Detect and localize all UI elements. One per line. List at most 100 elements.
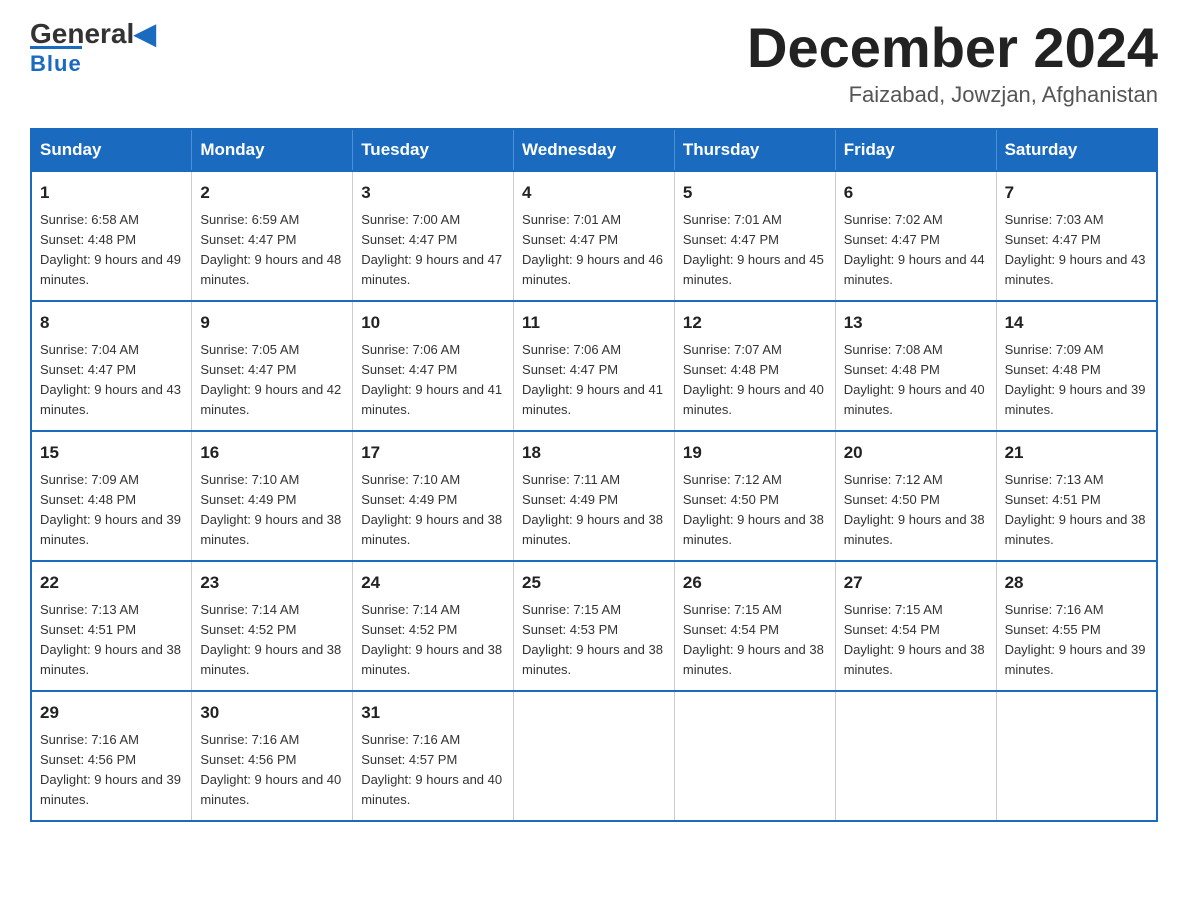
calendar-week-row: 1 Sunrise: 6:58 AMSunset: 4:48 PMDayligh… (31, 171, 1157, 301)
day-number: 6 (844, 180, 988, 206)
day-number: 27 (844, 570, 988, 596)
table-row: 2 Sunrise: 6:59 AMSunset: 4:47 PMDayligh… (192, 171, 353, 301)
table-row: 24 Sunrise: 7:14 AMSunset: 4:52 PMDaylig… (353, 561, 514, 691)
day-number: 28 (1005, 570, 1148, 596)
col-saturday: Saturday (996, 129, 1157, 171)
day-number: 1 (40, 180, 183, 206)
day-info: Sunrise: 7:03 AMSunset: 4:47 PMDaylight:… (1005, 210, 1148, 291)
day-number: 9 (200, 310, 344, 336)
day-info: Sunrise: 7:06 AMSunset: 4:47 PMDaylight:… (361, 340, 505, 421)
day-number: 14 (1005, 310, 1148, 336)
day-number: 20 (844, 440, 988, 466)
day-info: Sunrise: 7:16 AMSunset: 4:56 PMDaylight:… (40, 730, 183, 811)
day-number: 22 (40, 570, 183, 596)
day-number: 26 (683, 570, 827, 596)
calendar-week-row: 22 Sunrise: 7:13 AMSunset: 4:51 PMDaylig… (31, 561, 1157, 691)
day-info: Sunrise: 7:08 AMSunset: 4:48 PMDaylight:… (844, 340, 988, 421)
table-row: 14 Sunrise: 7:09 AMSunset: 4:48 PMDaylig… (996, 301, 1157, 431)
col-friday: Friday (835, 129, 996, 171)
calendar-week-row: 29 Sunrise: 7:16 AMSunset: 4:56 PMDaylig… (31, 691, 1157, 821)
table-row: 19 Sunrise: 7:12 AMSunset: 4:50 PMDaylig… (674, 431, 835, 561)
day-number: 25 (522, 570, 666, 596)
logo-general: General (30, 18, 134, 49)
day-info: Sunrise: 7:00 AMSunset: 4:47 PMDaylight:… (361, 210, 505, 291)
day-info: Sunrise: 7:02 AMSunset: 4:47 PMDaylight:… (844, 210, 988, 291)
day-number: 23 (200, 570, 344, 596)
day-info: Sunrise: 7:16 AMSunset: 4:57 PMDaylight:… (361, 730, 505, 811)
day-number: 13 (844, 310, 988, 336)
table-row: 25 Sunrise: 7:15 AMSunset: 4:53 PMDaylig… (514, 561, 675, 691)
table-row (514, 691, 675, 821)
day-info: Sunrise: 7:13 AMSunset: 4:51 PMDaylight:… (1005, 470, 1148, 551)
table-row: 21 Sunrise: 7:13 AMSunset: 4:51 PMDaylig… (996, 431, 1157, 561)
day-info: Sunrise: 7:07 AMSunset: 4:48 PMDaylight:… (683, 340, 827, 421)
table-row: 8 Sunrise: 7:04 AMSunset: 4:47 PMDayligh… (31, 301, 192, 431)
day-info: Sunrise: 7:04 AMSunset: 4:47 PMDaylight:… (40, 340, 183, 421)
day-info: Sunrise: 7:16 AMSunset: 4:56 PMDaylight:… (200, 730, 344, 811)
calendar-table: Sunday Monday Tuesday Wednesday Thursday… (30, 128, 1158, 822)
day-number: 8 (40, 310, 183, 336)
table-row: 29 Sunrise: 7:16 AMSunset: 4:56 PMDaylig… (31, 691, 192, 821)
day-info: Sunrise: 7:09 AMSunset: 4:48 PMDaylight:… (1005, 340, 1148, 421)
day-info: Sunrise: 7:11 AMSunset: 4:49 PMDaylight:… (522, 470, 666, 551)
table-row: 23 Sunrise: 7:14 AMSunset: 4:52 PMDaylig… (192, 561, 353, 691)
col-monday: Monday (192, 129, 353, 171)
day-number: 30 (200, 700, 344, 726)
table-row: 13 Sunrise: 7:08 AMSunset: 4:48 PMDaylig… (835, 301, 996, 431)
day-info: Sunrise: 7:06 AMSunset: 4:47 PMDaylight:… (522, 340, 666, 421)
day-number: 21 (1005, 440, 1148, 466)
col-sunday: Sunday (31, 129, 192, 171)
day-number: 24 (361, 570, 505, 596)
day-info: Sunrise: 7:15 AMSunset: 4:54 PMDaylight:… (844, 600, 988, 681)
table-row: 7 Sunrise: 7:03 AMSunset: 4:47 PMDayligh… (996, 171, 1157, 301)
calendar-week-row: 8 Sunrise: 7:04 AMSunset: 4:47 PMDayligh… (31, 301, 1157, 431)
day-info: Sunrise: 7:05 AMSunset: 4:47 PMDaylight:… (200, 340, 344, 421)
table-row: 3 Sunrise: 7:00 AMSunset: 4:47 PMDayligh… (353, 171, 514, 301)
table-row: 4 Sunrise: 7:01 AMSunset: 4:47 PMDayligh… (514, 171, 675, 301)
day-info: Sunrise: 7:01 AMSunset: 4:47 PMDaylight:… (522, 210, 666, 291)
day-number: 16 (200, 440, 344, 466)
table-row: 20 Sunrise: 7:12 AMSunset: 4:50 PMDaylig… (835, 431, 996, 561)
logo-blue: Blue (30, 46, 82, 77)
table-row: 1 Sunrise: 6:58 AMSunset: 4:48 PMDayligh… (31, 171, 192, 301)
table-row: 27 Sunrise: 7:15 AMSunset: 4:54 PMDaylig… (835, 561, 996, 691)
table-row: 10 Sunrise: 7:06 AMSunset: 4:47 PMDaylig… (353, 301, 514, 431)
logo-text: General◀ (30, 20, 156, 48)
table-row: 30 Sunrise: 7:16 AMSunset: 4:56 PMDaylig… (192, 691, 353, 821)
table-row: 18 Sunrise: 7:11 AMSunset: 4:49 PMDaylig… (514, 431, 675, 561)
day-info: Sunrise: 7:12 AMSunset: 4:50 PMDaylight:… (844, 470, 988, 551)
table-row: 11 Sunrise: 7:06 AMSunset: 4:47 PMDaylig… (514, 301, 675, 431)
table-row: 31 Sunrise: 7:16 AMSunset: 4:57 PMDaylig… (353, 691, 514, 821)
day-number: 4 (522, 180, 666, 206)
table-row: 15 Sunrise: 7:09 AMSunset: 4:48 PMDaylig… (31, 431, 192, 561)
table-row: 5 Sunrise: 7:01 AMSunset: 4:47 PMDayligh… (674, 171, 835, 301)
day-info: Sunrise: 7:13 AMSunset: 4:51 PMDaylight:… (40, 600, 183, 681)
day-number: 15 (40, 440, 183, 466)
day-info: Sunrise: 7:12 AMSunset: 4:50 PMDaylight:… (683, 470, 827, 551)
day-info: Sunrise: 6:58 AMSunset: 4:48 PMDaylight:… (40, 210, 183, 291)
day-info: Sunrise: 7:01 AMSunset: 4:47 PMDaylight:… (683, 210, 827, 291)
day-number: 17 (361, 440, 505, 466)
location: Faizabad, Jowzjan, Afghanistan (747, 82, 1158, 108)
table-row: 26 Sunrise: 7:15 AMSunset: 4:54 PMDaylig… (674, 561, 835, 691)
day-number: 12 (683, 310, 827, 336)
col-wednesday: Wednesday (514, 129, 675, 171)
day-info: Sunrise: 7:14 AMSunset: 4:52 PMDaylight:… (200, 600, 344, 681)
day-number: 5 (683, 180, 827, 206)
day-number: 29 (40, 700, 183, 726)
logo-triangle: ◀ (134, 18, 156, 49)
day-number: 10 (361, 310, 505, 336)
table-row (835, 691, 996, 821)
table-row: 17 Sunrise: 7:10 AMSunset: 4:49 PMDaylig… (353, 431, 514, 561)
col-tuesday: Tuesday (353, 129, 514, 171)
logo: General◀ Blue (30, 20, 156, 77)
day-info: Sunrise: 7:10 AMSunset: 4:49 PMDaylight:… (200, 470, 344, 551)
table-row (674, 691, 835, 821)
table-row (996, 691, 1157, 821)
calendar-header-row: Sunday Monday Tuesday Wednesday Thursday… (31, 129, 1157, 171)
day-info: Sunrise: 7:09 AMSunset: 4:48 PMDaylight:… (40, 470, 183, 551)
table-row: 22 Sunrise: 7:13 AMSunset: 4:51 PMDaylig… (31, 561, 192, 691)
day-info: Sunrise: 7:10 AMSunset: 4:49 PMDaylight:… (361, 470, 505, 551)
table-row: 6 Sunrise: 7:02 AMSunset: 4:47 PMDayligh… (835, 171, 996, 301)
day-number: 7 (1005, 180, 1148, 206)
